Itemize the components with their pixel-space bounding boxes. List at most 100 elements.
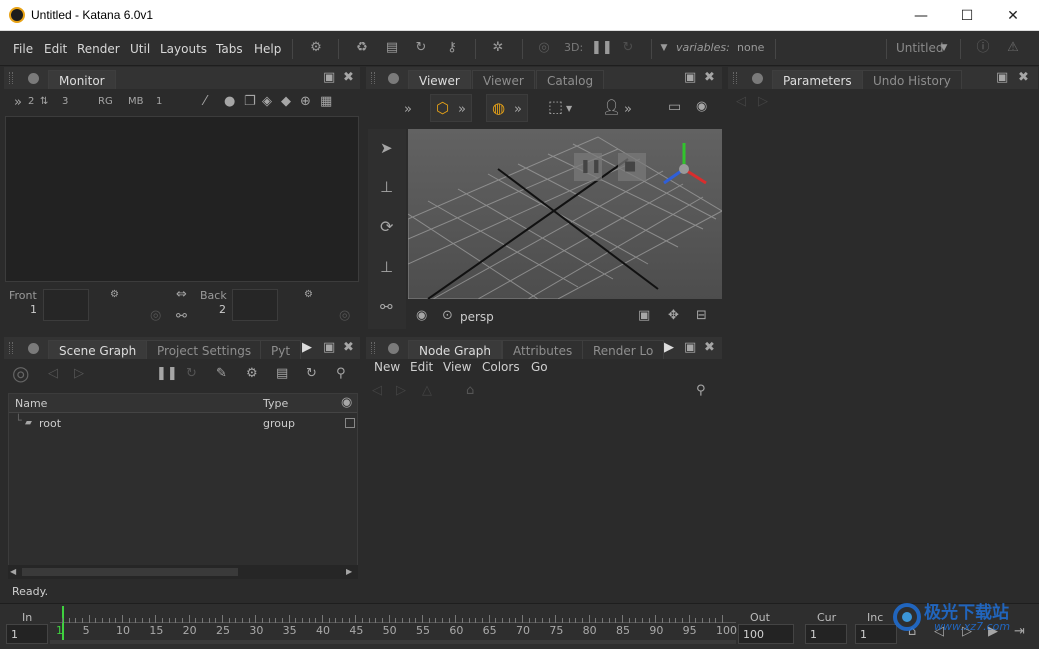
user-icon[interactable]: 👤︎ bbox=[602, 99, 621, 115]
settings-icon[interactable]: ⚙ bbox=[308, 40, 324, 56]
more-tabs-icon[interactable]: ▶ bbox=[302, 340, 312, 356]
column-header-name[interactable]: Name bbox=[15, 397, 47, 410]
swap-front-back-icon[interactable]: ⇔ bbox=[176, 287, 187, 303]
search-icon[interactable]: ⚲ bbox=[336, 366, 346, 382]
panel-menu-icon[interactable] bbox=[388, 343, 399, 354]
menu-layouts[interactable]: Layouts bbox=[160, 42, 207, 56]
diamond-icon[interactable]: ◆ bbox=[281, 94, 291, 110]
rotate-icon[interactable]: ⟳ bbox=[380, 219, 393, 235]
forward-arrow-icon[interactable]: ▷ bbox=[74, 366, 84, 382]
refresh-icon[interactable]: ↻ bbox=[186, 366, 197, 382]
move-icon[interactable]: ✥ bbox=[668, 308, 679, 324]
tab-viewer-2[interactable]: Viewer bbox=[472, 70, 535, 89]
panel-menu-icon[interactable] bbox=[28, 73, 39, 84]
frame-icon[interactable]: ◈ bbox=[262, 94, 272, 110]
cube-icon[interactable]: ⬡ bbox=[436, 100, 449, 116]
camera-name[interactable]: persp bbox=[460, 310, 494, 324]
rg-channel-button[interactable]: RG bbox=[98, 94, 113, 110]
settings-icon[interactable]: ⚙ bbox=[246, 366, 258, 382]
bug-icon[interactable]: ✲ bbox=[490, 40, 506, 56]
one-channel-button[interactable]: 1 bbox=[156, 94, 162, 110]
eyedropper-icon[interactable]: ⁄ bbox=[204, 94, 206, 110]
more-tabs-icon[interactable]: ▶ bbox=[664, 340, 674, 356]
maximize-button[interactable]: ☐ bbox=[944, 0, 990, 31]
manipulator-icon[interactable]: ⚯ bbox=[380, 299, 393, 315]
front-swirl-icon[interactable]: ◎ bbox=[150, 308, 161, 324]
globe-icon[interactable]: ◍ bbox=[492, 100, 505, 116]
back-swirl-icon[interactable]: ◎ bbox=[339, 308, 350, 324]
menu-view[interactable]: View bbox=[443, 360, 471, 374]
tab-node-graph[interactable]: Node Graph bbox=[408, 340, 502, 359]
cube-more-icon[interactable]: » bbox=[458, 102, 466, 118]
float-panel-icon[interactable]: ▣ bbox=[684, 340, 696, 356]
tab-python[interactable]: Pyt bbox=[260, 340, 302, 359]
monitor-display[interactable] bbox=[5, 116, 359, 282]
up-arrow-icon[interactable]: △ bbox=[422, 383, 432, 399]
copy-icon[interactable]: ❐ bbox=[244, 94, 256, 110]
home-icon[interactable]: ⌂ bbox=[466, 383, 474, 399]
clapper-icon[interactable]: ▤ bbox=[276, 366, 288, 382]
front-options-icon[interactable]: ⚙ bbox=[110, 287, 119, 303]
menu-help[interactable]: Help bbox=[254, 42, 281, 56]
mb-channel-button[interactable]: MB bbox=[128, 94, 144, 110]
recycle-icon[interactable]: ♻ bbox=[354, 40, 370, 56]
viewport-stop-icon[interactable]: ■ bbox=[624, 159, 636, 175]
row-checkbox[interactable] bbox=[345, 418, 355, 428]
float-panel-icon[interactable]: ▣ bbox=[323, 70, 335, 86]
ab-3-icon[interactable]: 3 bbox=[62, 94, 68, 110]
panel-menu-icon[interactable] bbox=[752, 73, 763, 84]
pencil-icon[interactable]: ✎ bbox=[216, 366, 227, 382]
tab-scene-graph[interactable]: Scene Graph bbox=[48, 340, 148, 359]
frame-dropdown-icon[interactable]: ▼ bbox=[566, 101, 572, 117]
select-arrow-icon[interactable]: ➤ bbox=[380, 140, 393, 156]
node-graph-canvas[interactable] bbox=[366, 405, 722, 601]
ab-2-icon[interactable]: 2 bbox=[28, 94, 34, 110]
horizontal-scrollbar[interactable]: ◀ ▶ bbox=[8, 565, 358, 579]
loop-icon[interactable]: ↻ bbox=[413, 40, 429, 56]
katana-swirl-icon[interactable]: ◎ bbox=[536, 40, 552, 56]
tab-attributes[interactable]: Attributes bbox=[502, 340, 584, 359]
expand-toolbar-icon[interactable]: » bbox=[404, 102, 412, 118]
close-panel-icon[interactable]: ✖ bbox=[343, 70, 354, 86]
camera-options-icon[interactable]: ▣ bbox=[638, 308, 650, 324]
camera-icon[interactable]: ⊙ bbox=[442, 308, 453, 324]
panel-menu-icon[interactable] bbox=[28, 343, 39, 354]
float-panel-icon[interactable]: ▣ bbox=[684, 70, 696, 86]
menu-tabs[interactable]: Tabs bbox=[216, 42, 243, 56]
tab-render-log[interactable]: Render Lo bbox=[582, 340, 665, 359]
monitor-screen-icon[interactable]: ▭ bbox=[668, 99, 681, 115]
menu-file[interactable]: File bbox=[13, 42, 33, 56]
forward-arrow-icon[interactable]: ▷ bbox=[396, 383, 406, 399]
link-icon[interactable]: ⚯ bbox=[176, 309, 187, 325]
menu-new[interactable]: New bbox=[374, 360, 400, 374]
headset-icon[interactable]: ⊟ bbox=[696, 308, 707, 324]
warning-icon[interactable]: ⚠ bbox=[1005, 40, 1021, 56]
globe-more-icon[interactable]: » bbox=[514, 102, 522, 118]
timeline-ruler[interactable]: 1 5 10 15 20 25 30 35 40 45 50 55 60 65 70 75 80 85 90 95 10… bbox=[50, 606, 737, 644]
tab-viewer-1[interactable]: Viewer bbox=[408, 70, 471, 89]
forward-arrow-icon[interactable]: ▷ bbox=[758, 94, 768, 110]
table-row[interactable]: └ ▰ root group bbox=[9, 414, 357, 432]
translate-icon[interactable]: ⊥ bbox=[380, 179, 393, 195]
menu-colors[interactable]: Colors bbox=[482, 360, 520, 374]
menu-edit[interactable]: Edit bbox=[410, 360, 433, 374]
speech-bubble-icon[interactable]: ● bbox=[224, 94, 235, 110]
scroll-left-icon[interactable]: ◀ bbox=[10, 564, 16, 580]
clapper-icon[interactable]: ▤ bbox=[384, 40, 400, 56]
close-panel-icon[interactable]: ✖ bbox=[1018, 70, 1029, 86]
menu-go[interactable]: Go bbox=[531, 360, 548, 374]
search-icon[interactable]: ⚲ bbox=[696, 383, 706, 399]
close-button[interactable]: ✕ bbox=[990, 0, 1036, 31]
expand-toolbar-icon[interactable]: » bbox=[14, 95, 22, 111]
tab-project-settings[interactable]: Project Settings bbox=[146, 340, 263, 359]
axis-gizmo-icon[interactable] bbox=[660, 139, 710, 189]
scale-icon[interactable]: ⊥ bbox=[380, 259, 393, 275]
key-icon[interactable]: ⚷ bbox=[444, 40, 460, 56]
back-arrow-icon[interactable]: ◁ bbox=[736, 94, 746, 110]
back-arrow-icon[interactable]: ◁ bbox=[372, 383, 382, 399]
katana-swirl-icon[interactable]: ◎ bbox=[12, 363, 29, 383]
menu-util[interactable]: Util bbox=[130, 42, 150, 56]
close-panel-icon[interactable]: ✖ bbox=[343, 340, 354, 356]
visibility-eye-icon[interactable]: ◉ bbox=[341, 395, 352, 411]
crosshair-icon[interactable]: ⊕ bbox=[300, 94, 311, 110]
